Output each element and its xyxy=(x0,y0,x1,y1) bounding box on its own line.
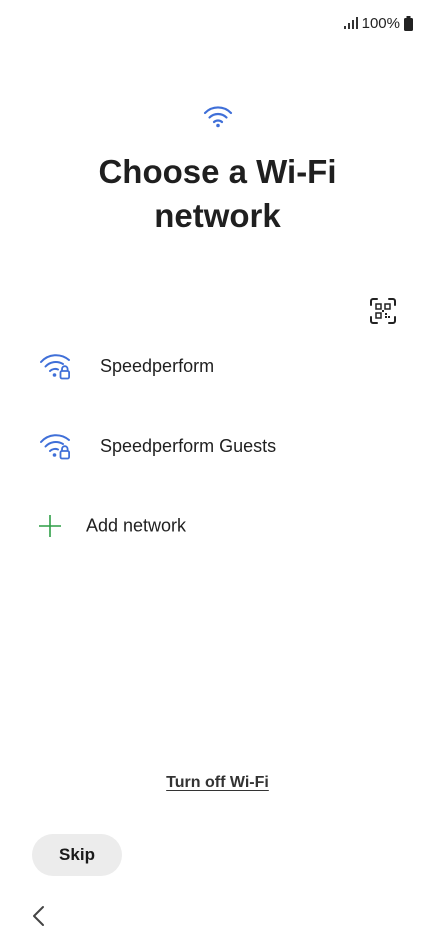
turn-off-wifi-link[interactable]: Turn off Wi-Fi xyxy=(166,774,269,791)
page-title: Choose a Wi-Fi network xyxy=(98,153,337,234)
plus-icon xyxy=(39,515,61,537)
add-network-button[interactable]: Add network xyxy=(0,496,435,556)
network-item-speedperform-guests[interactable]: Speedperform Guests xyxy=(0,416,435,476)
network-name: Speedperform Guests xyxy=(100,435,277,456)
signal-bars-icon xyxy=(343,17,358,29)
qr-scan-button[interactable] xyxy=(366,294,400,328)
back-button[interactable] xyxy=(26,902,50,930)
header-wifi xyxy=(0,104,435,128)
qr-scan-icon xyxy=(370,298,396,324)
wifi-icon xyxy=(203,106,232,128)
add-network-label: Add network xyxy=(86,515,187,536)
skip-button[interactable]: Skip xyxy=(32,834,122,876)
network-item-speedperform[interactable]: Speedperform xyxy=(0,336,435,396)
status-bar: 100% xyxy=(343,12,413,34)
wifi-locked-icon xyxy=(38,430,74,462)
battery-full-icon xyxy=(404,15,413,31)
turn-off-wifi-container: Turn off Wi-Fi xyxy=(0,774,435,792)
wifi-locked-icon xyxy=(38,350,74,382)
network-name: Speedperform xyxy=(100,355,215,376)
chevron-left-icon xyxy=(33,906,44,926)
battery-percent: 100% xyxy=(361,14,400,32)
